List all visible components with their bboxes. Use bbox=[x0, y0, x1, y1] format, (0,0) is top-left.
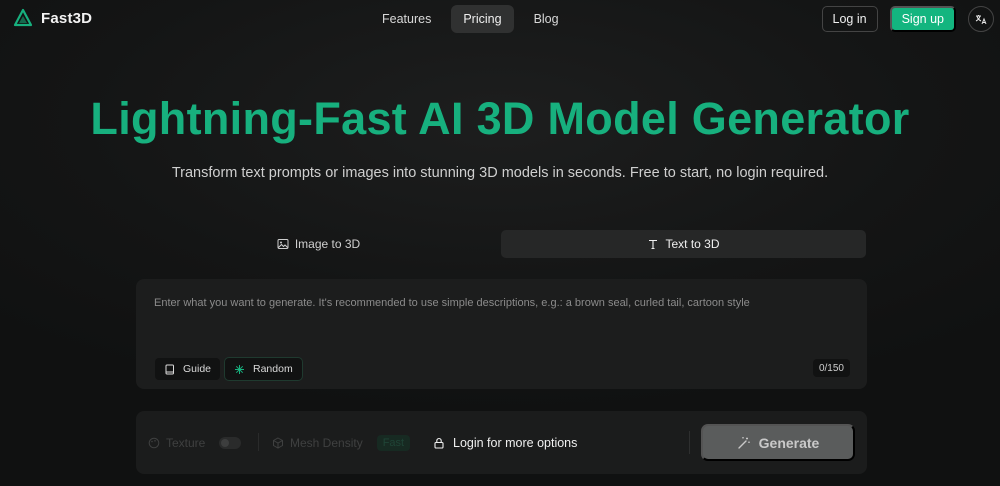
mesh-density-value: Fast bbox=[376, 434, 411, 451]
book-icon bbox=[165, 364, 174, 374]
login-for-options-link[interactable]: Login for more options bbox=[433, 411, 577, 474]
text-icon bbox=[649, 239, 658, 250]
prompt-panel: Guide Random 0/150 bbox=[136, 279, 867, 389]
language-icon bbox=[975, 15, 987, 25]
login-for-options-label: Login for more options bbox=[453, 435, 578, 450]
mesh-density-label: Mesh Density bbox=[290, 435, 363, 450]
brand-name: Fast3D bbox=[41, 9, 93, 27]
guide-label: Guide bbox=[183, 363, 212, 375]
tab-text-label: Text to 3D bbox=[665, 237, 720, 251]
sparkle-icon bbox=[235, 364, 244, 374]
image-icon bbox=[277, 239, 289, 249]
auth-buttons: Log in Sign up bbox=[821, 6, 956, 32]
char-counter: 0/150 bbox=[812, 359, 850, 377]
texture-option: Texture bbox=[148, 411, 242, 474]
texture-label: Texture bbox=[166, 435, 206, 450]
hero-subtitle: Transform text prompts or images into st… bbox=[171, 165, 829, 181]
tab-image-label: Image to 3D bbox=[294, 237, 361, 251]
logo-icon bbox=[13, 8, 33, 27]
palette-icon bbox=[148, 437, 160, 448]
tab-text-to-3d[interactable]: Text to 3D bbox=[501, 230, 866, 258]
options-bar: Texture Mesh Density Fast Login for more… bbox=[136, 411, 867, 474]
top-navbar: Fast3D Features Pricing Blog Log in Sign… bbox=[0, 0, 1000, 38]
magic-wand-icon bbox=[737, 436, 750, 449]
texture-toggle bbox=[219, 436, 242, 449]
cube-icon bbox=[273, 436, 283, 449]
lock-icon bbox=[434, 437, 444, 449]
tab-image-to-3d[interactable]: Image to 3D bbox=[136, 230, 501, 258]
random-label: Random bbox=[253, 363, 293, 375]
generate-divider bbox=[689, 431, 690, 454]
nav-pricing[interactable]: Pricing bbox=[451, 5, 514, 33]
nav-features[interactable]: Features bbox=[370, 5, 443, 33]
login-button[interactable]: Log in bbox=[821, 6, 878, 32]
nav-blog[interactable]: Blog bbox=[522, 5, 571, 33]
hero-title: Lightning-Fast AI 3D Model Generator bbox=[90, 93, 910, 144]
generate-label: Generate bbox=[758, 434, 820, 451]
brand-logo[interactable]: Fast3D bbox=[13, 8, 92, 28]
generate-button[interactable]: Generate bbox=[701, 424, 855, 461]
random-button[interactable]: Random bbox=[225, 358, 302, 380]
language-switch-button[interactable] bbox=[968, 6, 994, 32]
options-divider bbox=[258, 433, 259, 451]
guide-button[interactable]: Guide bbox=[155, 358, 221, 380]
mesh-density-option: Mesh Density Fast bbox=[272, 411, 411, 474]
mode-tabs: Image to 3D Text to 3D bbox=[136, 230, 866, 258]
prompt-input[interactable] bbox=[154, 297, 844, 347]
signup-button[interactable]: Sign up bbox=[889, 6, 956, 32]
main-nav: Features Pricing Blog bbox=[370, 5, 571, 33]
